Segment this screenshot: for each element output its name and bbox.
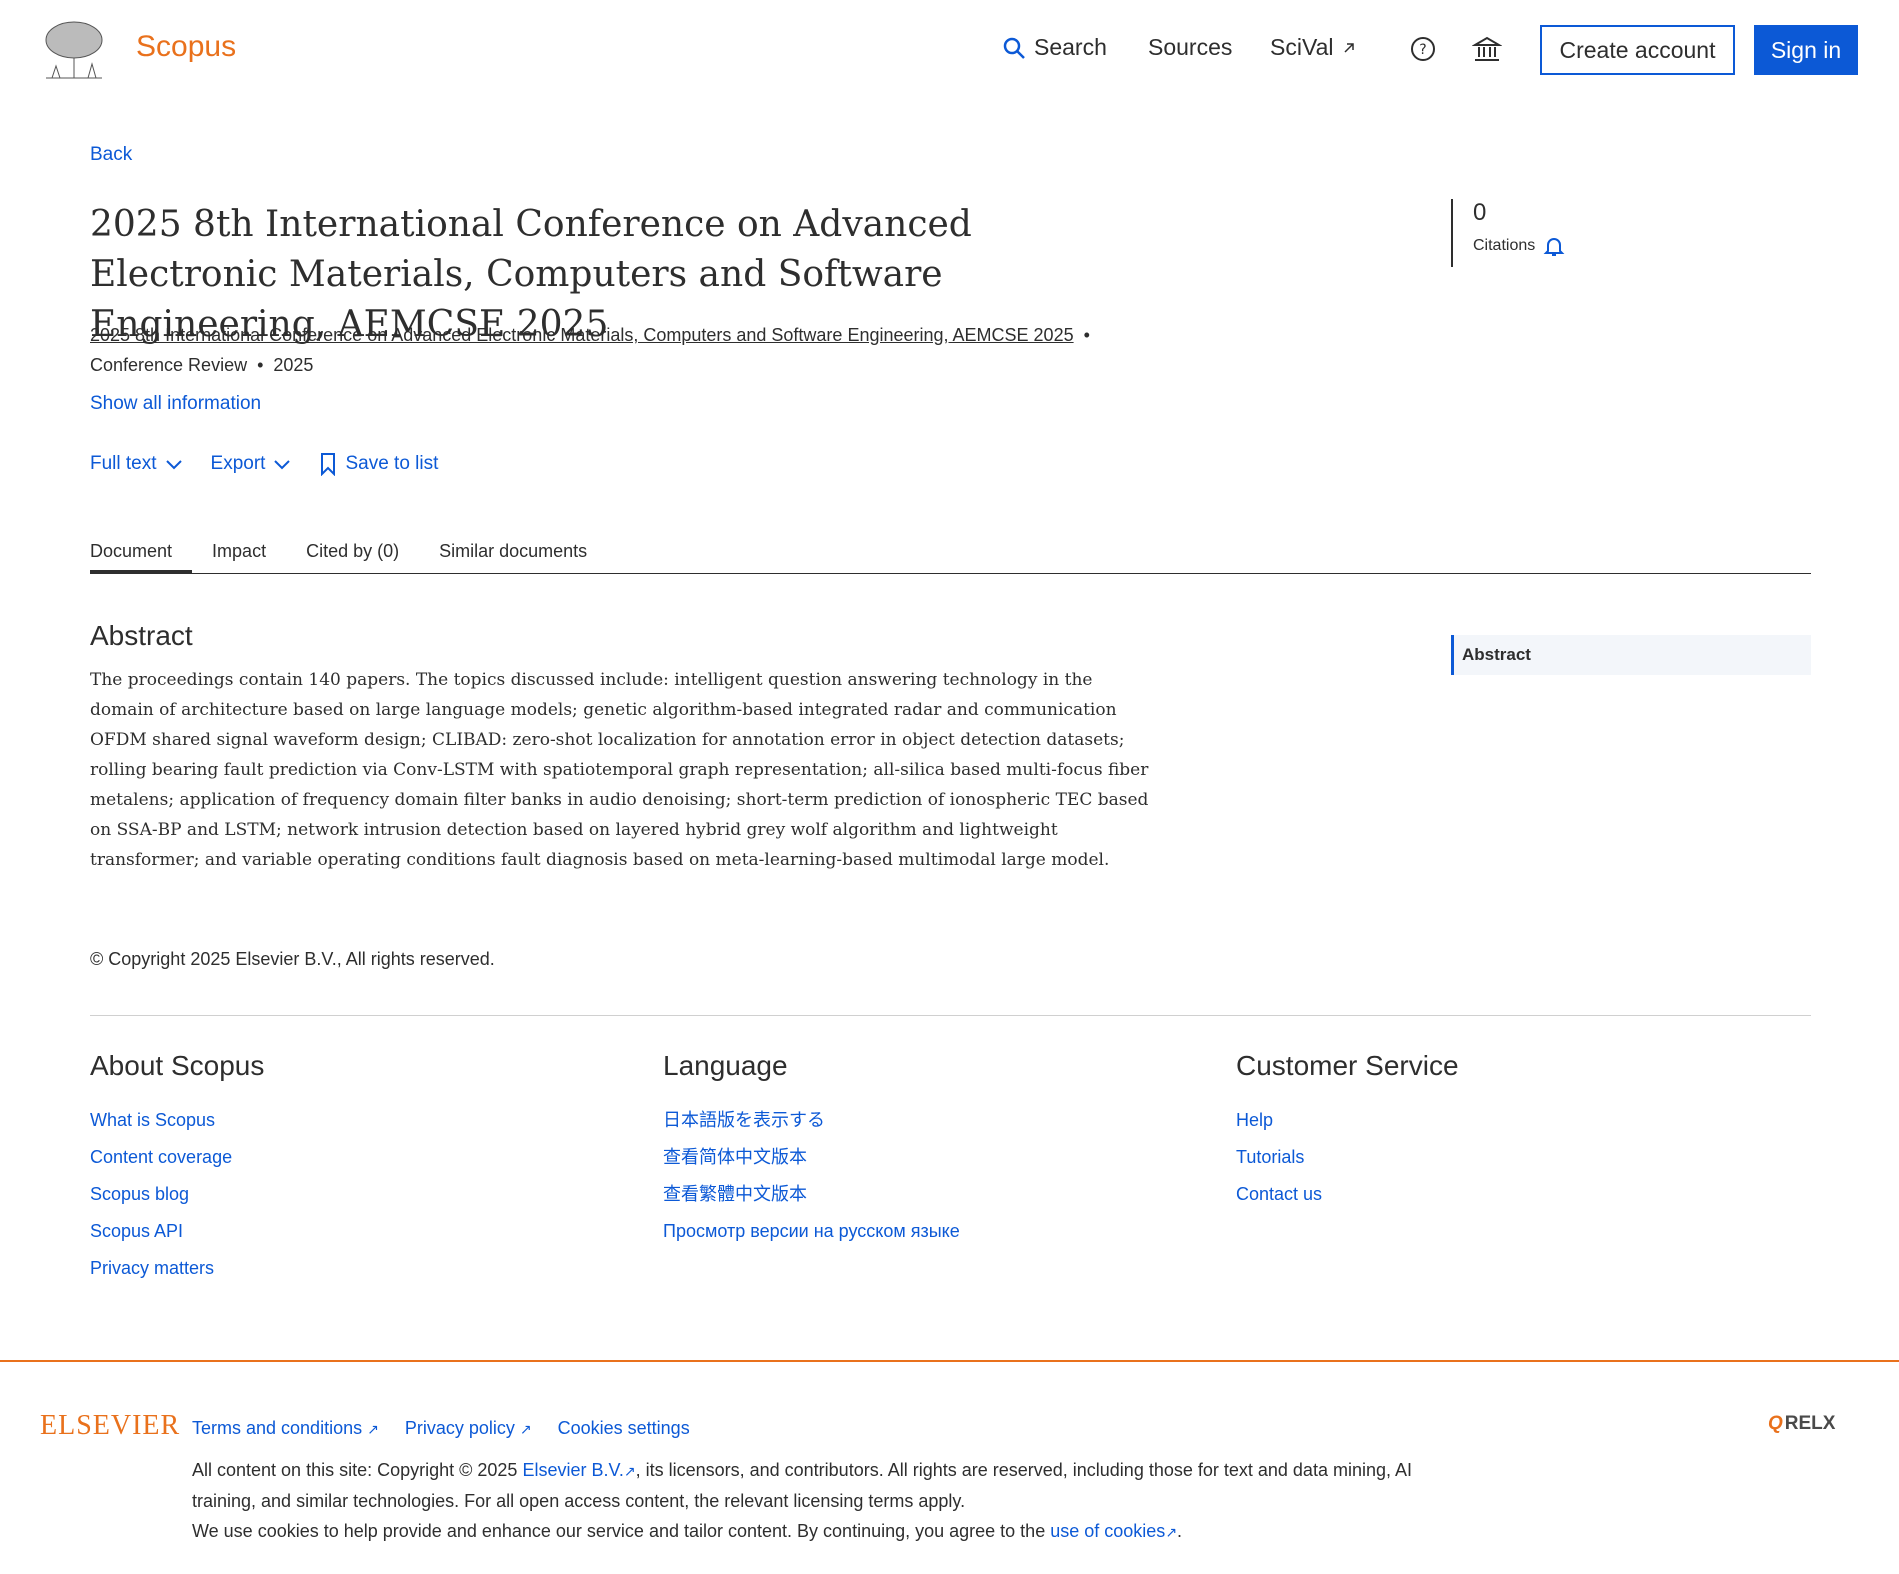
relx-label: RELX: [1784, 1413, 1836, 1434]
elsevier-logo[interactable]: ELSEVIER: [40, 1410, 180, 1442]
chevron-down-icon: [274, 460, 291, 470]
separator-dot: •: [257, 355, 264, 375]
svg-text:?: ?: [1419, 42, 1426, 58]
search-icon: [1003, 37, 1025, 59]
footer-link[interactable]: Scopus blog: [90, 1176, 264, 1213]
language-heading: Language: [663, 1050, 788, 1081]
separator-dot: •: [1083, 325, 1090, 345]
language-link-simplified-chinese[interactable]: 查看简体中文版本: [663, 1139, 960, 1176]
footer-about-column: About Scopus What is Scopus Content cove…: [90, 1050, 264, 1287]
elsevier-tree-logo[interactable]: [38, 18, 110, 82]
show-all-information-link[interactable]: Show all information: [90, 393, 261, 415]
copyright-icon: ©: [90, 949, 104, 969]
service-heading: Customer Service: [1236, 1050, 1459, 1081]
language-link-russian[interactable]: Просмотр версии на русском языке: [663, 1213, 960, 1250]
full-text-label: Full text: [90, 453, 157, 474]
footer-service-column: Customer Service Help Tutorials Contact …: [1236, 1050, 1459, 1213]
back-link[interactable]: Back: [90, 144, 132, 166]
footer-link[interactable]: Contact us: [1236, 1176, 1459, 1213]
relx-logo[interactable]: Q RELX: [1768, 1413, 1835, 1435]
external-link-icon: ↗: [623, 1463, 636, 1479]
institution-icon[interactable]: [1472, 34, 1502, 64]
footer-language-column: Language 日本語版を表示する 查看简体中文版本 查看繁體中文版本 Про…: [663, 1050, 960, 1250]
external-link-icon: ↗: [367, 1421, 379, 1437]
nav-sources-label: Sources: [1148, 34, 1233, 60]
legal-paragraph-1: All content on this site: Copyright © 20…: [192, 1455, 1412, 1516]
full-text-dropdown[interactable]: Full text: [90, 453, 183, 475]
nav-search-label: Search: [1034, 34, 1107, 60]
create-account-button[interactable]: Create account: [1540, 25, 1735, 75]
top-header: Scopus Search Sources SciVal ? Create ac…: [0, 0, 1899, 100]
language-link-japanese[interactable]: 日本語版を表示する: [663, 1102, 960, 1139]
external-link-icon: ↗: [519, 1421, 532, 1437]
copyright-text: Copyright 2025 Elsevier B.V., All rights…: [108, 949, 495, 969]
nav-scival[interactable]: SciVal: [1270, 34, 1356, 61]
section-divider: [90, 1015, 1811, 1016]
document-year: 2025: [273, 355, 314, 375]
citations-label: Citations: [1473, 237, 1536, 254]
legal-text-part: All content on this site: Copyright © 20…: [192, 1460, 518, 1480]
legal-text: All content on this site: Copyright © 20…: [192, 1455, 1412, 1547]
bell-icon[interactable]: [1543, 235, 1565, 257]
legal-links: Terms and conditions ↗ Privacy policy ↗ …: [192, 1418, 690, 1439]
footer-link[interactable]: Tutorials: [1236, 1139, 1459, 1176]
citation-count: 0: [1473, 199, 1487, 226]
footer-link[interactable]: Content coverage: [90, 1139, 264, 1176]
abstract-heading: Abstract: [90, 620, 193, 651]
privacy-policy-link[interactable]: Privacy policy ↗: [405, 1418, 532, 1439]
document-type: Conference Review: [90, 355, 248, 375]
copyright-notice: © Copyright 2025 Elsevier B.V., All righ…: [90, 949, 495, 970]
terms-link[interactable]: Terms and conditions ↗: [192, 1418, 379, 1439]
nav-scival-label: SciVal: [1270, 34, 1334, 60]
legal-text-part: We use cookies to help provide and enhan…: [192, 1521, 1046, 1541]
tab-impact[interactable]: Impact: [212, 536, 266, 574]
document-actions: Full text Export Save to list: [90, 452, 466, 476]
help-icon[interactable]: ?: [1408, 34, 1438, 64]
citations-label-row: Citations: [1473, 235, 1565, 257]
legal-paragraph-2: We use cookies to help provide and enhan…: [192, 1521, 1183, 1541]
elsevier-bv-link[interactable]: Elsevier B.V.: [522, 1460, 623, 1480]
tab-cited-by[interactable]: Cited by (0): [306, 536, 399, 574]
export-label: Export: [210, 453, 266, 474]
abstract-text: The proceedings contain 140 papers. The …: [90, 670, 1149, 870]
footer-rule: [0, 1360, 1899, 1362]
save-to-list-button[interactable]: Save to list: [319, 452, 438, 476]
footer-link[interactable]: What is Scopus: [90, 1102, 264, 1139]
save-to-list-label: Save to list: [345, 453, 439, 474]
terms-label: Terms and conditions: [192, 1418, 363, 1438]
tab-similar-documents[interactable]: Similar documents: [439, 536, 587, 574]
footer-link[interactable]: Scopus API: [90, 1213, 264, 1250]
scopus-brand[interactable]: Scopus: [136, 30, 236, 64]
source-title-link[interactable]: 2025 8th International Conference on Adv…: [90, 325, 1074, 345]
use-of-cookies-link[interactable]: use of cookies: [1050, 1521, 1165, 1541]
cookies-settings-link[interactable]: Cookies settings: [558, 1418, 690, 1439]
nav-search[interactable]: Search: [1002, 34, 1107, 61]
about-heading: About Scopus: [90, 1050, 265, 1081]
external-link-icon: [1343, 42, 1354, 53]
external-link-icon: ↗: [1165, 1524, 1178, 1540]
bookmark-icon: [321, 453, 336, 476]
nav-sources[interactable]: Sources: [1148, 34, 1232, 61]
privacy-label: Privacy policy: [404, 1418, 515, 1438]
footer-link[interactable]: Privacy matters: [90, 1250, 264, 1287]
export-dropdown[interactable]: Export: [211, 453, 292, 475]
source-info: 2025 8th International Conference on Adv…: [90, 320, 1110, 380]
sign-in-button[interactable]: Sign in: [1754, 25, 1858, 75]
footer-link[interactable]: Help: [1236, 1102, 1459, 1139]
document-tabs: Document Impact Cited by (0) Similar doc…: [90, 536, 1811, 574]
chevron-down-icon: [165, 460, 182, 470]
relx-mark-icon: Q: [1768, 1413, 1783, 1434]
citations-panel: 0 Citations: [1451, 199, 1565, 267]
tab-document[interactable]: Document: [90, 536, 193, 574]
side-nav-abstract[interactable]: Abstract: [1451, 635, 1811, 675]
language-link-traditional-chinese[interactable]: 查看繁體中文版本: [663, 1176, 960, 1213]
